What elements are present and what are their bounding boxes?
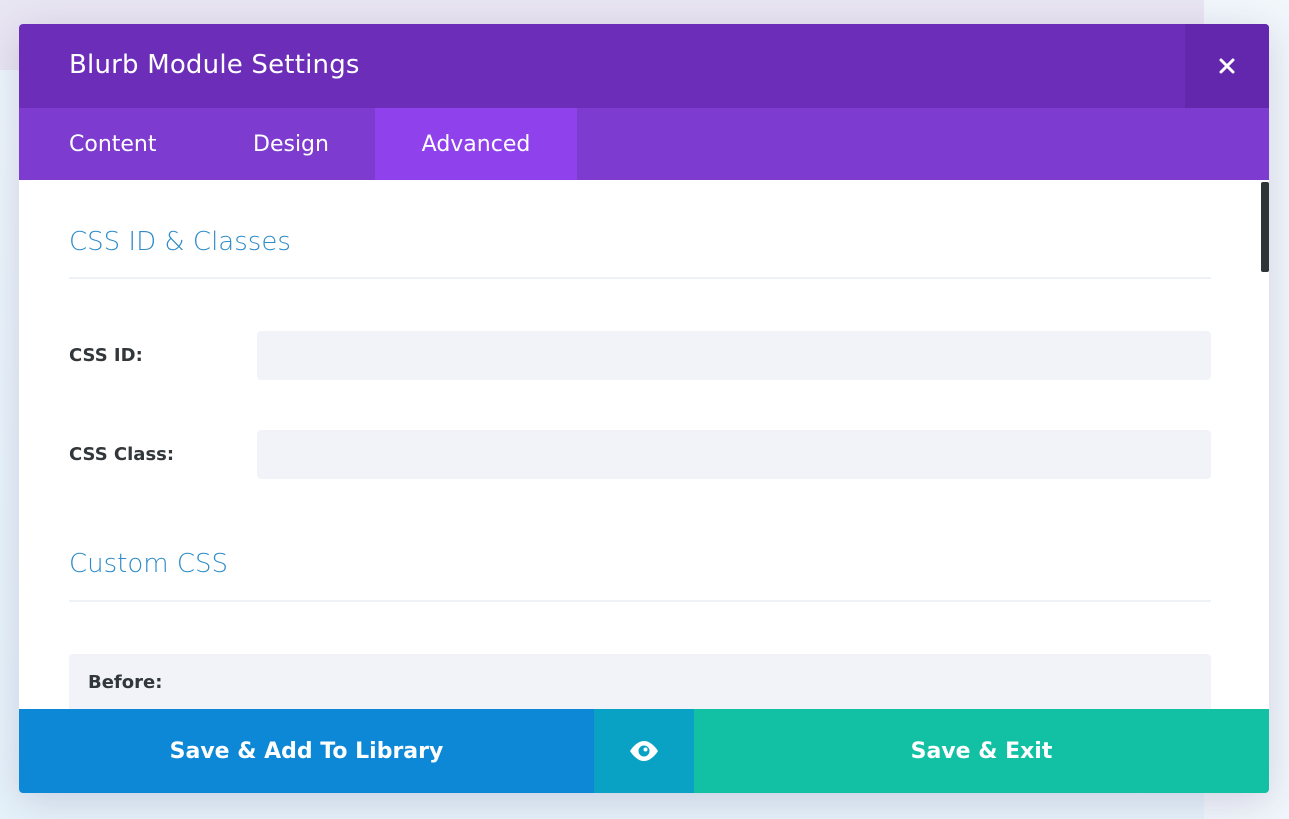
css-id-label: CSS ID: [69, 345, 143, 366]
save-exit-button[interactable]: Save & Exit [694, 709, 1269, 793]
close-icon [1219, 58, 1235, 74]
modal-footer: Save & Add To Library Save & Exit [19, 709, 1269, 793]
eye-icon [630, 741, 658, 761]
section-title-css-id-classes: CSS ID & Classes [69, 227, 291, 257]
css-id-input[interactable] [257, 331, 1211, 380]
close-button[interactable] [1185, 24, 1269, 108]
tab-design-label: Design [253, 131, 329, 157]
modal-title: Blurb Module Settings [69, 50, 360, 80]
preview-button[interactable] [594, 709, 694, 793]
tab-design[interactable]: Design [203, 108, 375, 180]
section-title-custom-css: Custom CSS [69, 549, 229, 579]
save-add-to-library-label: Save & Add To Library [169, 738, 444, 764]
tab-advanced-label: Advanced [421, 131, 531, 157]
save-exit-label: Save & Exit [910, 738, 1053, 764]
custom-css-before-label: Before: [88, 672, 163, 693]
section-divider [69, 277, 1211, 279]
modal-header: Blurb Module Settings [19, 24, 1269, 108]
tab-advanced[interactable]: Advanced [375, 108, 577, 180]
section-divider [69, 600, 1211, 602]
modal-body: CSS ID & Classes CSS ID: CSS Class: Cust… [19, 180, 1269, 709]
css-class-input[interactable] [257, 430, 1211, 479]
scrollbar[interactable] [1261, 182, 1269, 272]
tab-content[interactable]: Content [19, 108, 203, 180]
css-class-label: CSS Class: [69, 444, 175, 465]
module-settings-modal: Blurb Module Settings Content Design Adv… [19, 24, 1269, 793]
tab-bar: Content Design Advanced [19, 108, 1269, 180]
tab-content-label: Content [69, 131, 157, 157]
custom-css-before-box[interactable]: Before: [69, 654, 1211, 709]
save-add-to-library-button[interactable]: Save & Add To Library [19, 709, 594, 793]
